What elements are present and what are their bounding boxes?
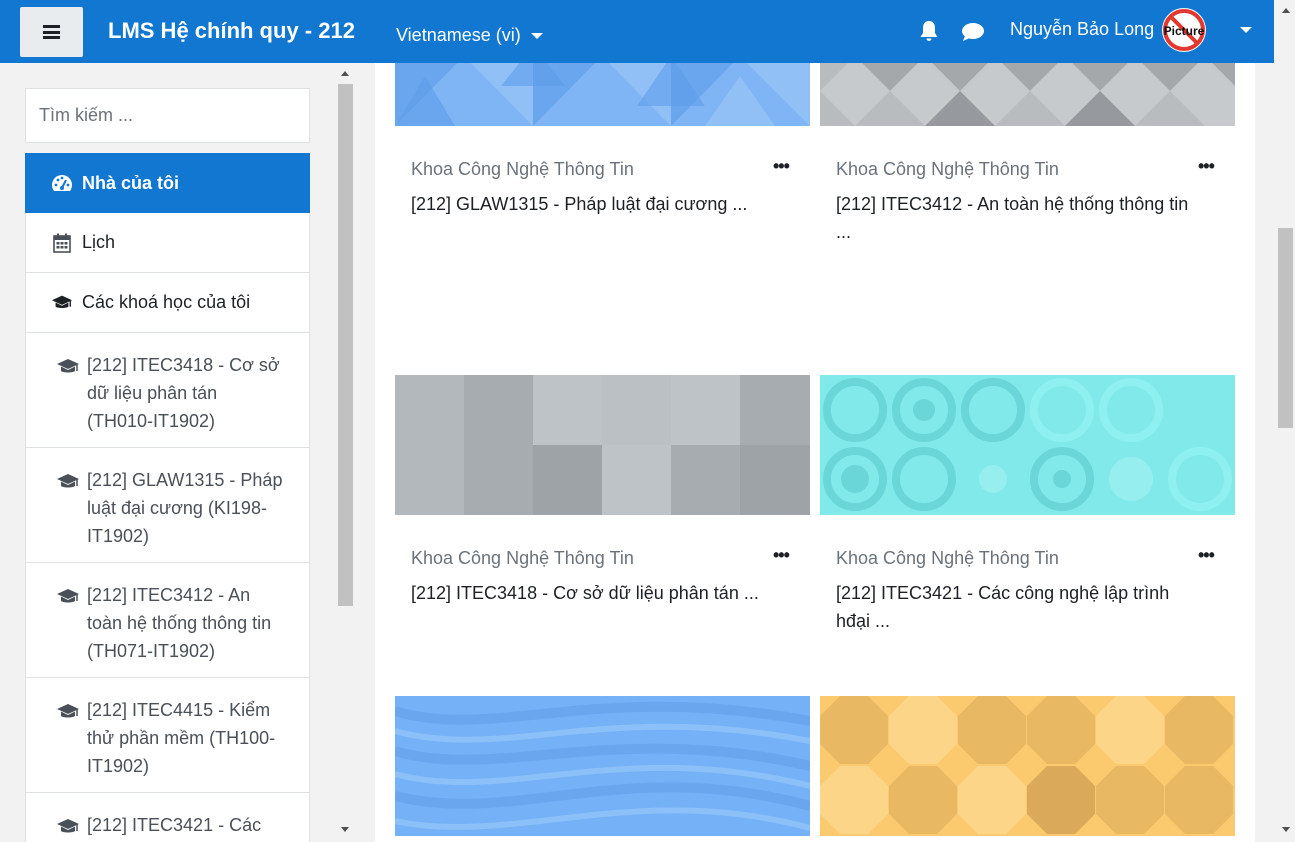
drawer-scrollbar[interactable] [337, 63, 354, 842]
search-input[interactable] [26, 89, 309, 142]
course-card: Khoa Công Nghệ Thông Tin ••• [212] ITEC3… [820, 375, 1235, 675]
more-options-icon[interactable]: ••• [773, 156, 790, 177]
graduation-cap-icon [56, 586, 82, 677]
no-picture-icon: Picture [1163, 9, 1205, 51]
graduation-cap-icon [56, 816, 82, 842]
nav-item-dashboard[interactable]: Nhà của tôi [25, 153, 310, 213]
user-menu-caret-icon[interactable] [1240, 27, 1252, 33]
course-card: Khoa Công Nghệ Thông Tin ••• [212] ITEC3… [820, 63, 1235, 286]
course-category: Khoa Công Nghệ Thông Tin [411, 548, 634, 568]
nav-item-label: Lịch [82, 232, 116, 252]
page-scrollbar-thumb[interactable] [1278, 228, 1293, 428]
course-image[interactable] [395, 63, 810, 126]
course-category: Khoa Công Nghệ Thông Tin [836, 548, 1059, 568]
language-label: Vietnamese (vi) [396, 25, 521, 45]
menu-icon [43, 25, 60, 39]
graduation-cap-icon [56, 356, 82, 447]
course-image[interactable] [820, 375, 1235, 515]
course-name-link[interactable]: [212] GLAW1315 - Pháp luật đại cương ... [411, 190, 781, 218]
page-scrollbar[interactable] [1276, 0, 1295, 842]
sidebar-course-label: [212] ITEC4415 - Kiểm thử phần mềm (TH10… [87, 700, 276, 776]
sidebar-course-label: [212] ITEC3421 - Các [87, 815, 262, 835]
nav-list: Nhà của tôi Lịch Các khoá học của tôi [2… [25, 153, 310, 842]
course-card [820, 696, 1235, 842]
course-image[interactable] [820, 696, 1235, 836]
language-menu[interactable]: Vietnamese (vi) [396, 25, 543, 46]
scroll-up-icon[interactable] [1282, 8, 1290, 13]
scroll-down-icon[interactable] [341, 827, 349, 832]
bell-icon[interactable] [919, 20, 939, 42]
chat-icon[interactable] [961, 22, 985, 42]
sidebar-course-label: [212] GLAW1315 - Pháp luật đại cương (KI… [87, 470, 283, 546]
course-card: Khoa Công Nghệ Thông Tin ••• [212] ITEC3… [395, 375, 810, 675]
sidebar-course-item[interactable]: [212] GLAW1315 - Pháp luật đại cương (KI… [25, 448, 310, 563]
nav-item-label: Nhà của tôi [82, 172, 180, 193]
course-name-link[interactable]: [212] ITEC3412 - An toàn hệ thống thông … [836, 190, 1206, 246]
drawer-scrollbar-thumb[interactable] [338, 84, 353, 606]
dashboard-icon [51, 173, 73, 193]
course-image[interactable] [395, 696, 810, 836]
more-options-icon[interactable]: ••• [1198, 545, 1215, 566]
nav-item-label: Các khoá học của tôi [82, 292, 251, 312]
scroll-up-icon[interactable] [341, 71, 349, 76]
course-card [395, 696, 810, 842]
course-overview: Khoa Công Nghệ Thông Tin ••• [212] GLAW1… [375, 63, 1255, 842]
sidebar-course-label: [212] ITEC3412 - An toàn hệ thống thông … [87, 585, 272, 661]
site-brand[interactable]: LMS Hệ chính quy - 212 [108, 18, 355, 44]
scroll-down-icon[interactable] [1282, 827, 1290, 832]
user-name[interactable]: Nguyễn Bảo Long [1010, 19, 1154, 40]
sidebar-course-item[interactable]: [212] ITEC3421 - Các [25, 793, 310, 842]
more-options-icon[interactable]: ••• [1198, 156, 1215, 177]
graduation-cap-icon [51, 293, 73, 313]
nav-item-calendar[interactable]: Lịch [25, 213, 310, 273]
caret-down-icon [530, 32, 543, 39]
sidebar-course-item[interactable]: [212] ITEC3412 - An toàn hệ thống thông … [25, 563, 310, 678]
svg-text:Picture: Picture [1164, 24, 1205, 38]
course-category: Khoa Công Nghệ Thông Tin [836, 159, 1059, 179]
course-name-link[interactable]: [212] ITEC3418 - Cơ sở dữ liệu phân tán … [411, 579, 781, 607]
top-navbar: LMS Hệ chính quy - 212 Vietnamese (vi) N… [0, 0, 1274, 63]
menu-toggle-button[interactable] [20, 7, 83, 57]
avatar[interactable]: Picture [1162, 8, 1206, 52]
search-field-container [25, 88, 310, 143]
calendar-icon [51, 233, 73, 253]
course-category: Khoa Công Nghệ Thông Tin [411, 159, 634, 179]
course-name-link[interactable]: [212] ITEC3421 - Các công nghệ lập trình… [836, 579, 1206, 635]
sidebar-course-item[interactable]: [212] ITEC3418 - Cơ sở dữ liệu phân tán … [25, 333, 310, 448]
sidebar-course-item[interactable]: [212] ITEC4415 - Kiểm thử phần mềm (TH10… [25, 678, 310, 793]
course-image[interactable] [395, 375, 810, 515]
graduation-cap-icon [56, 471, 82, 562]
course-image[interactable] [820, 63, 1235, 126]
course-card: Khoa Công Nghệ Thông Tin ••• [212] GLAW1… [395, 63, 810, 286]
nav-item-my-courses[interactable]: Các khoá học của tôi [25, 273, 310, 333]
more-options-icon[interactable]: ••• [773, 545, 790, 566]
sidebar-course-label: [212] ITEC3418 - Cơ sở dữ liệu phân tán … [87, 355, 280, 431]
nav-drawer: Nhà của tôi Lịch [0, 63, 356, 842]
graduation-cap-icon [56, 701, 82, 792]
